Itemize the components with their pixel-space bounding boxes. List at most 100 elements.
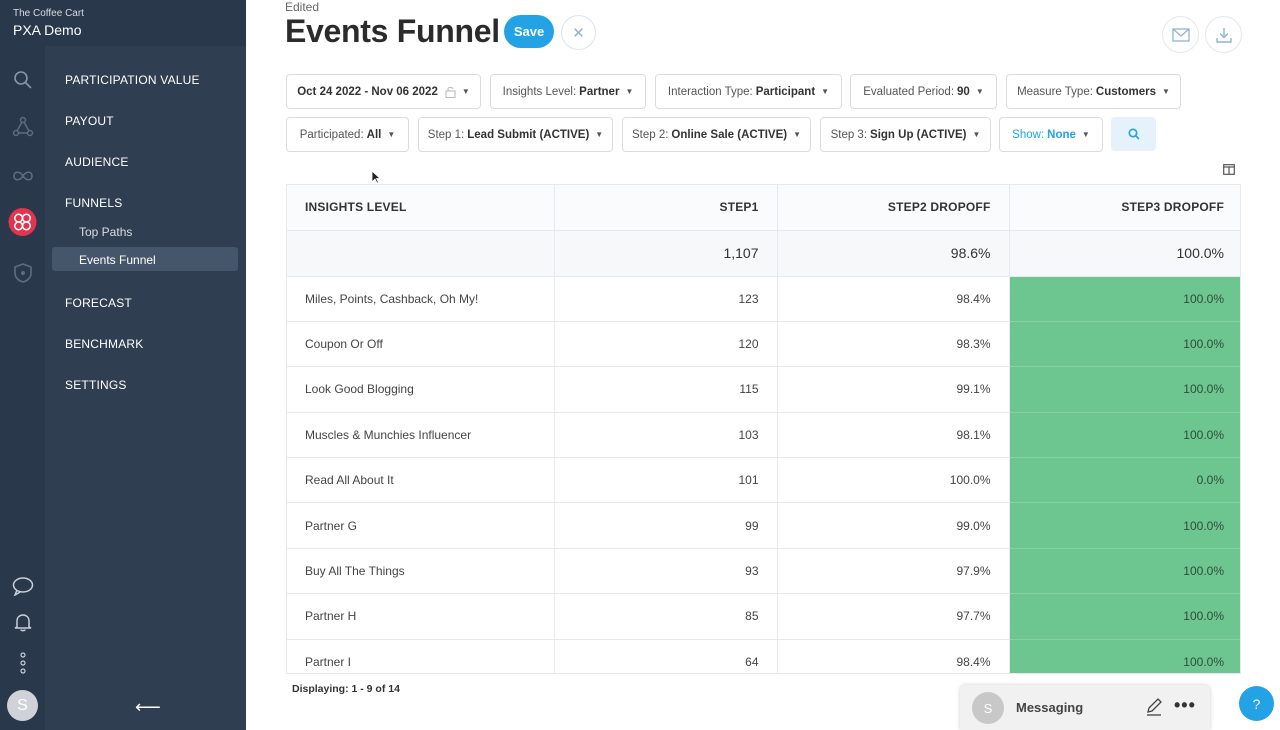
table-cell: 100.0% <box>1009 276 1240 322</box>
shield-icon[interactable] <box>8 258 37 287</box>
nav-item-benchmark[interactable]: BENCHMARK <box>65 337 143 351</box>
filter-label: Participated: <box>299 128 364 141</box>
more-options-icon[interactable]: ••• <box>1174 695 1196 716</box>
table-cell: 98.6% <box>777 230 1010 277</box>
table-cell: Buy All The Things <box>287 548 555 595</box>
email-icon[interactable] <box>1162 16 1199 53</box>
pagination-status: Displaying: 1 - 9 of 14 <box>292 683 400 695</box>
lock-icon <box>445 86 456 98</box>
table-row[interactable]: Partner H 85 97.7% 100.0% <box>287 593 1240 640</box>
filter-value: Participant <box>755 85 816 98</box>
help-button[interactable]: ? <box>1239 686 1274 721</box>
close-icon[interactable]: ✕ <box>561 15 596 50</box>
user-avatar[interactable]: S <box>7 690 38 721</box>
show-filter[interactable]: Show: None ▼ <box>999 117 1103 152</box>
sub-item-top-paths[interactable]: Top Paths <box>79 225 132 239</box>
table-cell: 100.0% <box>1009 366 1240 413</box>
table-cell: 0.0% <box>1009 457 1240 504</box>
nav-item-payout[interactable]: PAYOUT <box>65 114 114 128</box>
funnels-icon[interactable] <box>8 207 37 236</box>
table-cell: 103 <box>554 412 778 459</box>
column-header[interactable]: STEP1 <box>554 185 778 231</box>
search-icon[interactable] <box>8 65 37 94</box>
filter-value: None <box>1047 128 1076 141</box>
table-cell: 98.1% <box>777 412 1010 459</box>
table-row[interactable]: Muscles & Munchies Influencer 103 98.1% … <box>287 412 1240 459</box>
table-cell: Miles, Points, Cashback, Oh My! <box>287 276 555 322</box>
table-row[interactable]: Read All About It 101 100.0% 0.0% <box>287 457 1240 504</box>
evaluated-period-filter[interactable]: Evaluated Period: 90 ▼ <box>850 74 997 109</box>
bell-icon[interactable] <box>8 607 37 636</box>
sidebar-nav: PARTICIPATION VALUE PAYOUT AUDIENCE FUNN… <box>45 0 246 730</box>
edited-status: Edited <box>285 0 320 14</box>
table-row[interactable]: Buy All The Things 93 97.9% 100.0% <box>287 548 1240 595</box>
messaging-label[interactable]: Messaging <box>1016 700 1083 715</box>
table-cell: 100.0% <box>1009 230 1240 277</box>
chevron-down-icon: ▼ <box>595 130 604 139</box>
table-cell: Partner G <box>287 502 555 549</box>
mouse-cursor-icon <box>371 170 382 189</box>
interaction-type-filter[interactable]: Interaction Type: Participant ▼ <box>655 74 842 109</box>
date-range-value: Oct 24 2022 - Nov 06 2022 <box>297 85 438 98</box>
table-row[interactable]: Look Good Blogging 115 99.1% 100.0% <box>287 366 1240 413</box>
filter-label: Step 3: <box>830 128 868 141</box>
table-cell: Look Good Blogging <box>287 366 555 413</box>
app-name[interactable]: PXA Demo <box>13 22 246 38</box>
table-cell: Read All About It <box>287 457 555 504</box>
column-header[interactable]: STEP2 DROPOFF <box>777 185 1010 231</box>
column-header[interactable]: INSIGHTS LEVEL <box>287 185 555 231</box>
totals-row: 1,107 98.6% 100.0% <box>287 230 1240 277</box>
measure-type-filter[interactable]: Measure Type: Customers ▼ <box>1006 74 1181 109</box>
column-header[interactable]: STEP3 DROPOFF <box>1009 185 1240 231</box>
table-cell: Partner I <box>287 639 555 673</box>
nav-item-participation-value[interactable]: PARTICIPATION VALUE <box>65 73 200 87</box>
download-icon[interactable] <box>1205 16 1242 53</box>
nav-item-funnels[interactable]: FUNNELS <box>65 196 122 210</box>
collapse-sidebar-icon[interactable]: ⟵ <box>135 697 161 718</box>
org-name: The Coffee Cart <box>13 8 84 19</box>
table-cell: Muscles & Munchies Influencer <box>287 412 555 459</box>
participated-filter[interactable]: Participated: All ▼ <box>286 117 409 152</box>
nav-item-audience[interactable]: AUDIENCE <box>65 155 129 169</box>
step1-filter[interactable]: Step 1: Lead Submit (ACTIVE) ▼ <box>418 117 613 152</box>
table-header-row: INSIGHTS LEVEL STEP1 STEP2 DROPOFF STEP3… <box>287 185 1240 231</box>
step2-filter[interactable]: Step 2: Online Sale (ACTIVE) ▼ <box>622 117 811 152</box>
filter-label: Insights Level: <box>502 85 577 98</box>
compose-icon[interactable] <box>1145 698 1163 721</box>
table-cell: 97.9% <box>777 548 1010 595</box>
chevron-down-icon: ▼ <box>461 87 470 96</box>
search-icon <box>1127 128 1140 140</box>
nav-item-settings[interactable]: SETTINGS <box>65 378 127 392</box>
table-row[interactable]: Partner G 99 99.0% 100.0% <box>287 502 1240 549</box>
table-cell: 101 <box>554 457 778 504</box>
step3-filter[interactable]: Step 3: Sign Up (ACTIVE) ▼ <box>820 117 991 152</box>
filter-value: Customers <box>1095 85 1156 98</box>
table-cell: 98.4% <box>777 276 1010 322</box>
more-vertical-icon[interactable] <box>8 648 37 677</box>
messaging-widget[interactable]: S Messaging ••• <box>960 685 1210 730</box>
filter-value: Sign Up (ACTIVE) <box>870 128 967 141</box>
filter-label: Step 1: <box>427 128 465 141</box>
messaging-avatar: S <box>972 692 1004 724</box>
table-row[interactable]: Miles, Points, Cashback, Oh My! 123 98.4… <box>287 276 1240 322</box>
table-cell: 100.0% <box>777 457 1010 504</box>
insights-level-filter[interactable]: Insights Level: Partner ▼ <box>490 74 646 109</box>
date-range-filter[interactable]: Oct 24 2022 - Nov 06 2022 ▼ <box>286 74 481 109</box>
main-content: Edited Events Funnel Save ✕ Oct 24 2022 … <box>246 0 1280 730</box>
table-cell: 99.1% <box>777 366 1010 413</box>
infinity-icon[interactable] <box>8 161 37 190</box>
columns-icon[interactable] <box>1223 162 1235 180</box>
sub-item-events-funnel[interactable]: Events Funnel <box>52 247 238 271</box>
table-cell: 64 <box>554 639 778 673</box>
table-row[interactable]: Coupon Or Off 120 98.3% 100.0% <box>287 321 1240 368</box>
table-cell: 100.0% <box>1009 548 1240 595</box>
save-button[interactable]: Save <box>504 15 554 48</box>
nav-item-forecast[interactable]: FORECAST <box>65 296 132 310</box>
chat-icon[interactable] <box>8 571 37 600</box>
search-button[interactable] <box>1111 117 1156 151</box>
network-icon[interactable] <box>8 112 37 141</box>
table-cell: Coupon Or Off <box>287 321 555 368</box>
table-cell: 100.0% <box>1009 502 1240 549</box>
table-row[interactable]: Partner I 64 98.4% 100.0% <box>287 639 1240 673</box>
brand-header: The Coffee Cart PXA Demo <box>0 0 246 46</box>
